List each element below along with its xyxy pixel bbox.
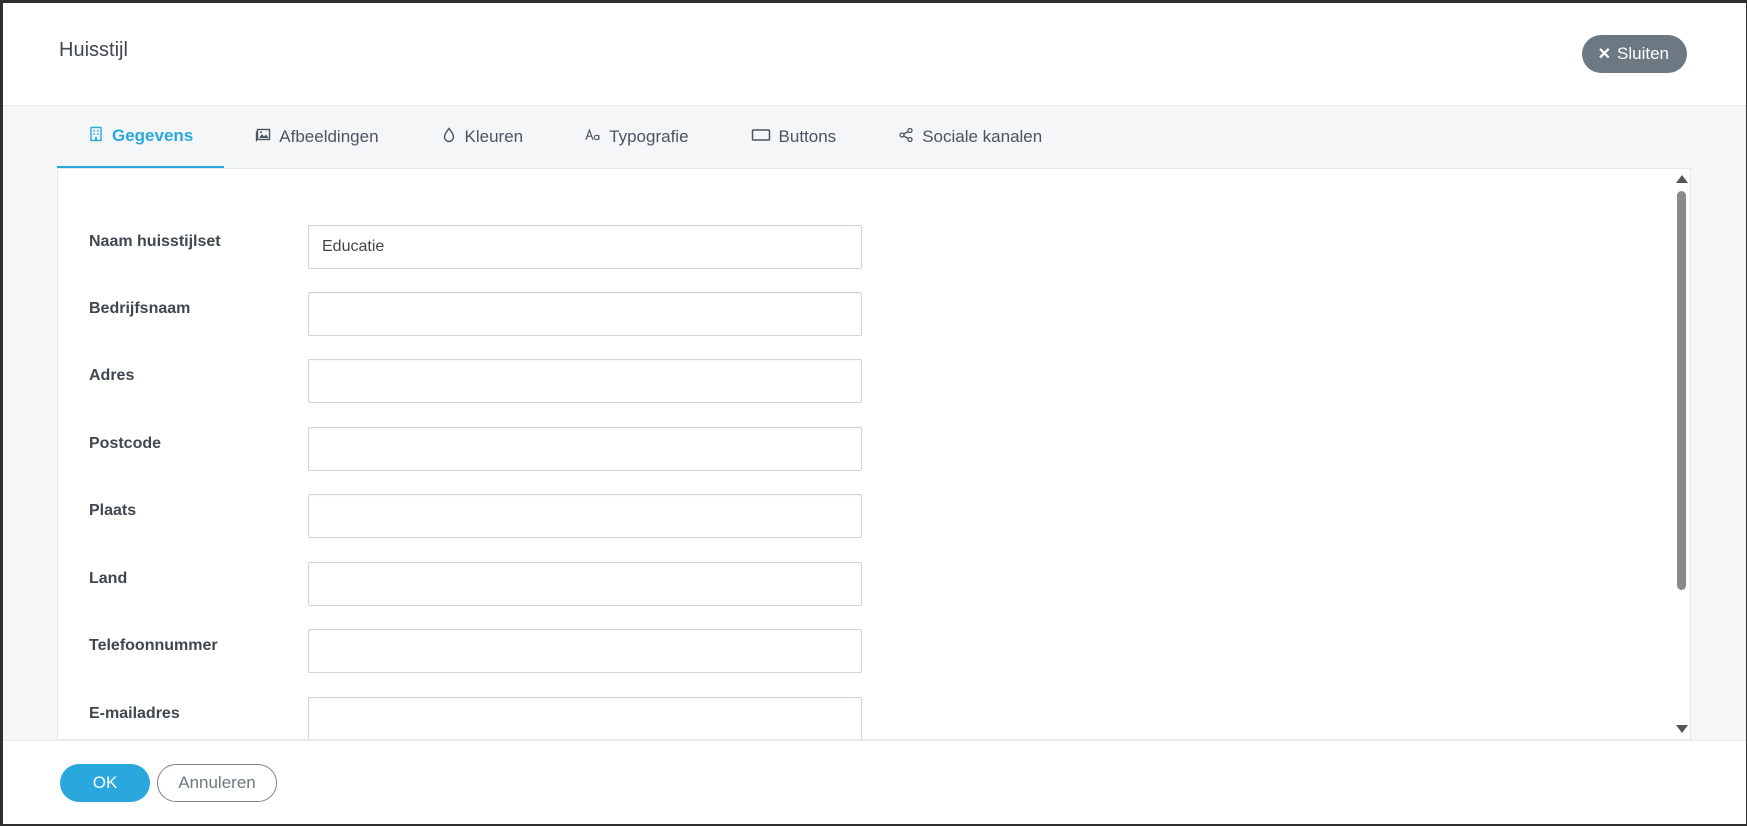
panel-scrollbar[interactable] [1672, 169, 1690, 739]
tab-label: Gegevens [112, 126, 194, 145]
form-row-e-mailadres: E-mailadres [58, 697, 1658, 739]
plaats-input[interactable] [308, 494, 862, 538]
tab-label: Afbeeldingen [279, 127, 379, 146]
land-input[interactable] [308, 562, 862, 606]
naam-huisstijlset-input[interactable] [308, 225, 862, 269]
tab-bar: Gegevens Afbeeldingen Kleuren Typografie [57, 106, 1693, 168]
tab-afbeeldingen[interactable]: Afbeeldingen [224, 106, 409, 168]
image-icon [255, 127, 271, 148]
field-label: Naam huisstijlset [89, 233, 221, 250]
tab-sociale-kanalen[interactable]: Sociale kanalen [867, 106, 1073, 168]
e-mailadres-input[interactable] [308, 697, 862, 739]
tab-typografie[interactable]: Typografie [554, 106, 719, 168]
button-rectangle-icon [751, 127, 771, 148]
tab-label: Sociale kanalen [922, 127, 1043, 146]
field-label: Bedrijfsnaam [89, 300, 191, 317]
field-label: Postcode [89, 435, 162, 452]
modal-body: Gegevens Afbeeldingen Kleuren Typografie [3, 106, 1746, 740]
tab-kleuren[interactable]: Kleuren [410, 106, 555, 168]
modal-footer: OK Annuleren [3, 740, 1746, 824]
field-label: Plaats [89, 502, 137, 519]
huisstijl-modal: Huisstijl ✕ Sluiten Gegevens Afbeeldinge… [3, 3, 1746, 824]
adres-input[interactable] [308, 359, 862, 403]
form-row-land: Land [58, 562, 1658, 608]
droplet-icon [441, 126, 457, 148]
field-label: Land [89, 570, 128, 587]
form-row-naam-huisstijlset: Naam huisstijlset [58, 225, 1658, 271]
close-button[interactable]: ✕ Sluiten [1581, 35, 1687, 73]
building-icon [88, 126, 104, 147]
share-icon [898, 127, 914, 148]
close-button-label: Sluiten [1617, 44, 1669, 63]
form-row-bedrijfsnaam: Bedrijfsnaam [58, 292, 1658, 338]
tab-gegevens[interactable]: Gegevens [57, 106, 225, 168]
field-label: Adres [89, 367, 135, 384]
form-row-adres: Adres [58, 359, 1658, 405]
form-row-plaats: Plaats [58, 494, 1658, 540]
scroll-up-arrow-icon[interactable] [1676, 175, 1688, 183]
gegevens-panel: Naam huisstijlset Bedrijfsnaam Adres Pos… [57, 168, 1691, 740]
form-row-postcode: Postcode [58, 427, 1658, 473]
modal-title: Huisstijl [59, 39, 128, 61]
form-row-telefoonnummer: Telefoonnummer [58, 629, 1658, 675]
tab-label: Typografie [609, 127, 689, 146]
postcode-input[interactable] [308, 427, 862, 471]
tab-buttons[interactable]: Buttons [720, 106, 868, 168]
scroll-thumb[interactable] [1677, 191, 1686, 590]
cancel-button[interactable]: Annuleren [157, 764, 277, 802]
close-icon: ✕ [1597, 46, 1612, 63]
scroll-down-arrow-icon[interactable] [1676, 725, 1688, 733]
ok-button[interactable]: OK [60, 764, 150, 802]
typography-icon [585, 127, 601, 148]
telefoonnummer-input[interactable] [308, 629, 862, 673]
modal-header: Huisstijl ✕ Sluiten [3, 3, 1746, 106]
field-label: E-mailadres [89, 705, 180, 722]
bedrijfsnaam-input[interactable] [308, 292, 862, 336]
tab-label: Kleuren [464, 127, 524, 146]
field-label: Telefoonnummer [89, 637, 218, 654]
tab-label: Buttons [778, 127, 837, 146]
